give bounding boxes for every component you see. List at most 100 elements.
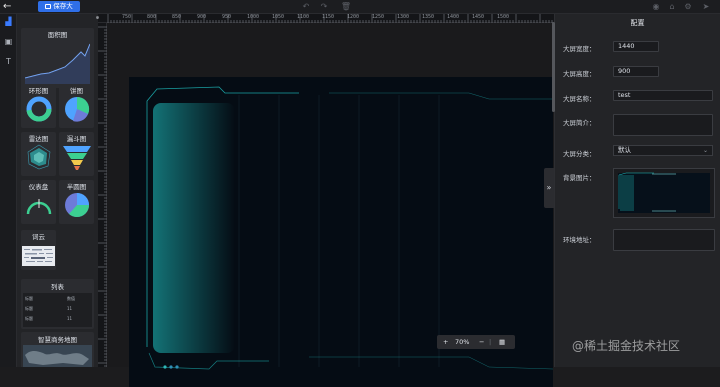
bg-image-thumb — [618, 172, 710, 213]
vertical-ruler — [98, 23, 107, 367]
radar-chart-thumb — [27, 144, 51, 170]
width-input[interactable]: 1440 — [613, 41, 659, 52]
zoom-value: 70% — [455, 338, 470, 346]
component-label: 词云 — [32, 233, 45, 241]
component-card-pie[interactable]: 饼图 — [59, 84, 94, 128]
ruler-toggle-icon[interactable]: ⊕ — [96, 15, 99, 21]
chart-icon[interactable]: ▟ — [2, 16, 15, 28]
delete-icon[interactable]: 🗑 — [340, 1, 352, 13]
ruler-mark: 1450 — [472, 14, 485, 20]
ruler-mark: 1250 — [372, 14, 385, 20]
component-label: 环形图 — [28, 87, 49, 95]
component-card-funnel[interactable]: 漏斗图 — [59, 132, 94, 176]
component-label: 面积图 — [47, 31, 68, 39]
semi-pie-thumb — [65, 193, 90, 218]
ruler-mark: 1000 — [247, 14, 260, 20]
zoom-control: + 70% − | ▦ — [437, 335, 515, 349]
component-card-semi[interactable]: 半圆图 — [59, 180, 94, 224]
component-label: 半圆图 — [66, 183, 87, 191]
config-title: 配置 — [630, 19, 645, 27]
collapse-panel-button[interactable]: » — [544, 168, 554, 208]
ruler-mark: 850 — [172, 14, 182, 20]
component-label: 雷达图 — [28, 135, 49, 143]
ruler-ticks-vertical — [98, 26, 107, 367]
wordcloud-thumb — [22, 246, 55, 266]
height-input[interactable]: 900 — [613, 66, 659, 77]
top-toolbar: ← 保存大 ↶ ↷ 🗑 ◉ ⌂ ⚙ ➤ — [0, 0, 720, 14]
save-button-label: 保存大 — [53, 2, 73, 10]
component-panel: 面积图 环形图 饼图 雷达图 漏斗图 仪表盘 半圆图 词云 列表 标题 数值 标… — [17, 14, 98, 367]
list-row-value: 11 — [67, 306, 73, 311]
width-label: 大屏宽度： — [563, 45, 596, 53]
map-thumb — [23, 345, 92, 367]
list-preview: 标题 数值 标题 11 标题 11 — [23, 293, 92, 327]
height-label: 大屏高度： — [563, 70, 596, 78]
text-icon[interactable]: T — [2, 56, 15, 68]
pie-chart-thumb — [65, 96, 90, 122]
zoom-divider: | — [489, 338, 492, 346]
gauge-chart-thumb — [26, 199, 52, 215]
list-row-title: 标题 — [25, 306, 33, 311]
send-icon[interactable]: ➤ — [700, 1, 712, 13]
category-value: 默认 — [618, 146, 631, 154]
ring-chart-thumb — [26, 96, 52, 122]
save-button[interactable]: 保存大 — [38, 1, 80, 12]
area-chart-thumb — [25, 43, 90, 84]
component-label: 饼图 — [70, 87, 83, 95]
list-header-value: 数值 — [67, 296, 75, 301]
zoom-in-button[interactable]: + — [443, 335, 448, 349]
desc-textarea[interactable] — [613, 114, 713, 136]
ruler-mark: 900 — [197, 14, 207, 20]
ruler-mark: 950 — [222, 14, 232, 20]
bg-image-picker[interactable] — [613, 168, 715, 218]
config-scrollbar[interactable] — [552, 22, 555, 112]
ruler-mark: 750 — [122, 14, 132, 20]
camera-icon[interactable]: ⌂ — [666, 1, 678, 13]
component-card-map[interactable]: 智慧商务地图 — [21, 332, 94, 367]
left-rail: ▟ ▣ T — [0, 14, 17, 367]
config-panel: 配置 大屏宽度： 1440 大屏高度： 900 大屏名称： test 大屏简介：… — [552, 14, 720, 367]
watermark: @稀土掘金技术社区 — [572, 339, 681, 353]
grid-icon[interactable]: ▦ — [499, 335, 505, 349]
bg-label: 背景图片： — [563, 174, 596, 182]
funnel-chart-thumb — [63, 146, 91, 170]
settings-icon[interactable]: ⚙ — [682, 1, 694, 13]
redo-icon[interactable]: ↷ — [318, 1, 330, 13]
ruler-mark: 1500 — [497, 14, 510, 20]
desc-label: 大屏简介： — [563, 119, 596, 127]
component-label: 漏斗图 — [66, 135, 87, 143]
component-card-list[interactable]: 列表 标题 数值 标题 11 标题 11 — [21, 279, 94, 329]
category-label: 大屏分类： — [563, 150, 596, 158]
ruler-mark: 800 — [147, 14, 157, 20]
image-icon[interactable]: ▣ — [2, 36, 15, 48]
component-card-gauge[interactable]: 仪表盘 — [21, 180, 56, 224]
component-label: 列表 — [51, 283, 64, 291]
zoom-out-button[interactable]: − — [479, 335, 484, 349]
component-card-wordcloud[interactable]: 词云 — [21, 230, 56, 270]
component-card-ring[interactable]: 环形图 — [21, 84, 56, 128]
preview-icon[interactable]: ◉ — [650, 1, 662, 13]
env-label: 环境地址： — [563, 236, 596, 244]
list-row-title: 标题 — [25, 316, 33, 321]
ruler-mark: 1400 — [447, 14, 460, 20]
ruler-mark: 1150 — [322, 14, 335, 20]
ruler-mark: 1100 — [297, 14, 310, 20]
component-card-area[interactable]: 面积图 — [21, 28, 94, 88]
back-arrow-icon[interactable]: ← — [3, 1, 15, 13]
list-row-value: 11 — [67, 316, 73, 321]
chevron-down-icon: ⌄ — [702, 147, 708, 154]
save-icon — [45, 3, 52, 9]
ruler-mark: 1200 — [347, 14, 360, 20]
name-label: 大屏名称： — [563, 95, 596, 103]
name-input[interactable]: test — [613, 90, 713, 101]
editor-canvas[interactable] — [107, 23, 554, 387]
env-input[interactable] — [613, 229, 715, 251]
ruler-mark: 1350 — [422, 14, 435, 20]
list-header-title: 标题 — [25, 296, 33, 301]
undo-icon[interactable]: ↶ — [300, 1, 312, 13]
component-card-radar[interactable]: 雷达图 — [21, 132, 56, 176]
category-select[interactable]: 默认 ⌄ — [613, 145, 713, 156]
ruler-mark: 1300 — [397, 14, 410, 20]
ruler-mark: 1050 — [272, 14, 285, 20]
component-label: 智慧商务地图 — [38, 336, 77, 344]
